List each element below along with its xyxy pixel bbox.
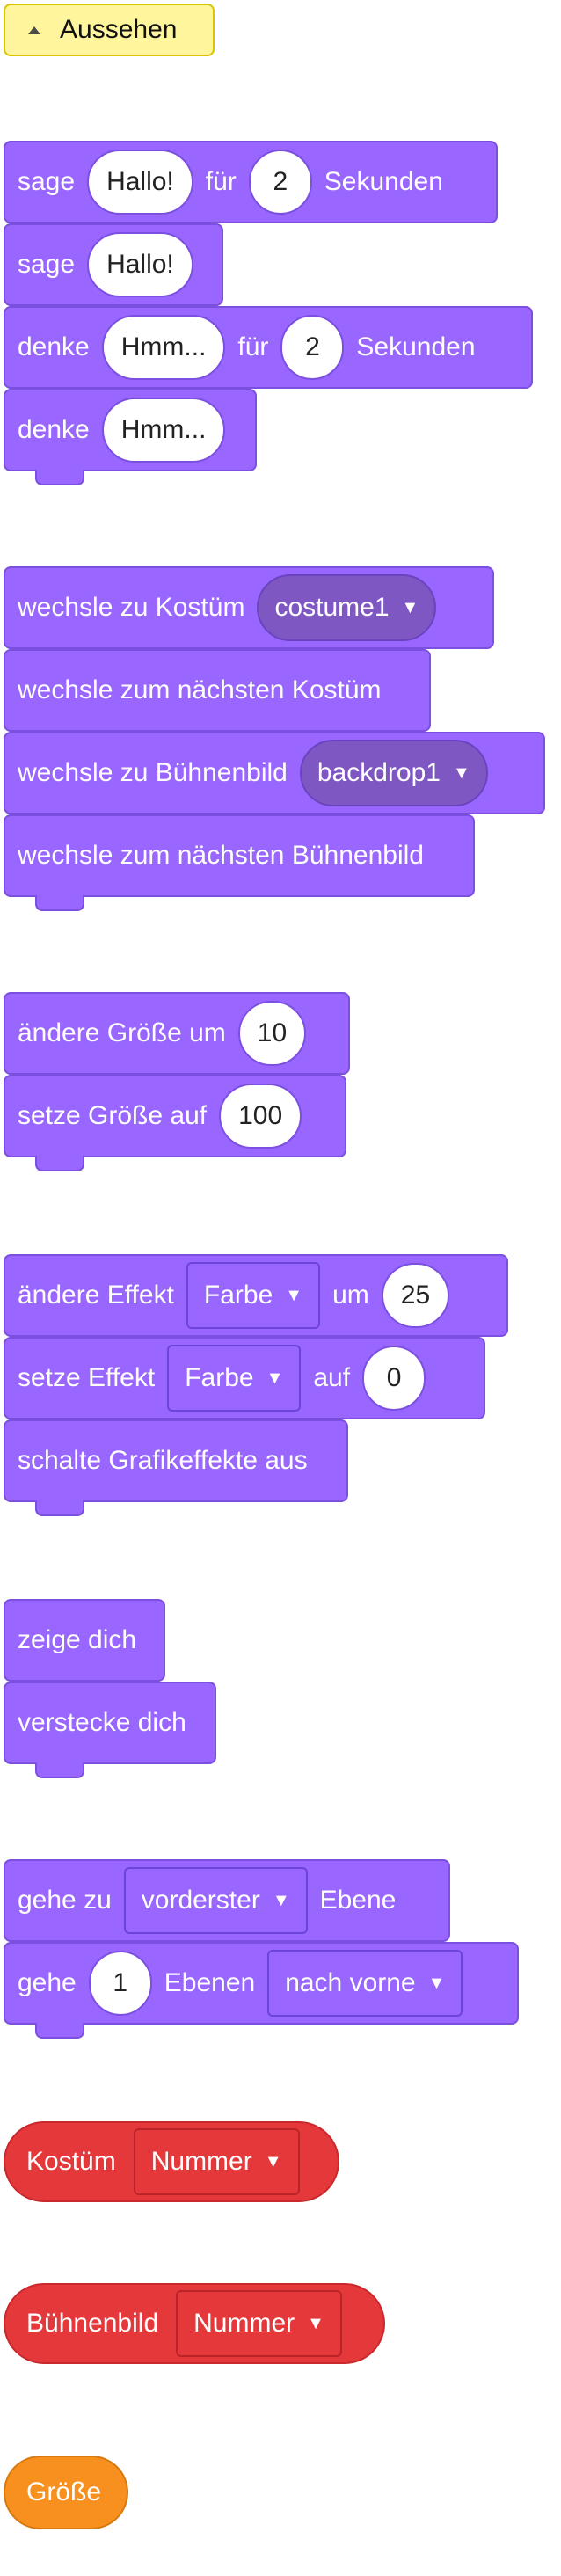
go-to-layer-block[interactable]: gehe zu vorderster ▼ Ebene (4, 1859, 450, 1942)
block-text: setze Effekt (18, 1363, 156, 1392)
effect-dropdown[interactable]: Farbe ▼ (167, 1345, 302, 1412)
dropdown-value: Farbe (203, 1281, 273, 1310)
block-word: für (237, 332, 269, 361)
set-effect-block[interactable]: setze Effekt Farbe ▼ auf 0 (4, 1337, 485, 1419)
block-word: denke (18, 415, 90, 444)
switch-backdrop-block[interactable]: wechsle zu Bühnenbild backdrop1 ▼ (4, 732, 545, 814)
block-notch (35, 895, 84, 911)
block-text: wechsle zu Bühnenbild (18, 758, 288, 787)
dropdown-value: vorderster (141, 1886, 260, 1915)
dropdown-arrow-icon: ▼ (452, 763, 470, 783)
dropdown-value: backdrop1 (317, 758, 441, 787)
layer-direction-dropdown[interactable]: nach vorne ▼ (267, 1950, 463, 2017)
block-text: setze Größe auf (18, 1101, 208, 1130)
switch-costume-block[interactable]: wechsle zu Kostüm costume1 ▼ (4, 566, 494, 649)
block-word: sage (18, 167, 76, 196)
message-input[interactable]: Hallo! (87, 150, 193, 215)
block-text: zeige dich (18, 1625, 137, 1654)
message-input[interactable]: Hallo! (87, 232, 193, 297)
block-word: auf (313, 1363, 351, 1392)
layers-count-input[interactable]: 1 (88, 1951, 152, 2016)
backdrop-property-dropdown[interactable]: Nummer ▼ (176, 2290, 342, 2357)
dropdown-arrow-icon: ▼ (272, 1890, 290, 1910)
block-word: Sekunden (356, 332, 476, 361)
block-word: denke (18, 332, 90, 361)
block-notch (35, 1156, 84, 1171)
block-text: wechsle zum nächsten Kostüm (18, 675, 382, 704)
reporter-text: Größe (26, 2477, 102, 2507)
costume-property-dropdown[interactable]: Nummer ▼ (133, 2128, 300, 2195)
effect-value-input[interactable]: 0 (362, 1346, 426, 1411)
block-notch (35, 1762, 84, 1778)
block-text: schalte Grafikeffekte aus (18, 1446, 308, 1475)
block-text: ändere Effekt (18, 1281, 174, 1310)
dropdown-value: Nummer (193, 2309, 295, 2338)
backdrop-dropdown[interactable]: backdrop1 ▼ (299, 740, 488, 806)
block-word: gehe zu (18, 1886, 112, 1915)
block-text: wechsle zum nächsten Bühnenbild (18, 841, 424, 870)
dropdown-arrow-icon: ▼ (264, 2151, 282, 2171)
dropdown-value: Nummer (150, 2147, 252, 2176)
dropdown-arrow-icon: ▼ (427, 1973, 446, 1993)
dropdown-arrow-icon: ▼ (266, 1368, 284, 1388)
costume-dropdown[interactable]: costume1 ▼ (257, 574, 437, 641)
collapse-caret-icon[interactable] (28, 26, 40, 34)
size-input[interactable]: 100 (219, 1084, 302, 1149)
size-change-input[interactable]: 10 (237, 1001, 307, 1066)
say-block[interactable]: sage Hallo! (4, 223, 223, 306)
hide-block[interactable]: verstecke dich (4, 1682, 216, 1778)
think-for-secs-block[interactable]: denke Hmm... für 2 Sekunden (4, 306, 533, 389)
block-text: ändere Größe um (18, 1018, 226, 1047)
block-word: Ebene (319, 1886, 397, 1915)
block-notch (35, 1500, 84, 1516)
go-layers-block[interactable]: gehe 1 Ebenen nach vorne ▼ (4, 1942, 519, 2039)
block-text: wechsle zu Kostüm (18, 593, 245, 622)
effect-change-input[interactable]: 25 (381, 1263, 450, 1328)
block-word: Sekunden (324, 167, 443, 196)
message-input[interactable]: Hmm... (101, 398, 226, 463)
set-size-block[interactable]: setze Größe auf 100 (4, 1075, 346, 1171)
next-backdrop-block[interactable]: wechsle zum nächsten Bühnenbild (4, 814, 475, 911)
say-for-secs-block[interactable]: sage Hallo! für 2 Sekunden (4, 141, 498, 223)
category-label: Aussehen (60, 15, 178, 44)
block-word: um (332, 1281, 369, 1310)
dropdown-value: nach vorne (285, 1968, 416, 1997)
reporter-text: Kostüm (26, 2147, 116, 2176)
think-block[interactable]: denke Hmm... (4, 389, 257, 485)
block-word: für (205, 167, 237, 196)
block-word: Ebenen (164, 1968, 256, 1997)
category-header-looks[interactable]: Aussehen (4, 4, 215, 56)
block-word: gehe (18, 1968, 76, 1997)
dropdown-arrow-icon: ▼ (307, 2313, 324, 2333)
block-word: sage (18, 250, 76, 279)
dropdown-arrow-icon: ▼ (285, 1285, 303, 1305)
dropdown-value: costume1 (274, 593, 390, 622)
dropdown-arrow-icon: ▼ (401, 597, 419, 617)
layer-dropdown[interactable]: vorderster ▼ (123, 1867, 308, 1934)
seconds-input[interactable]: 2 (280, 315, 345, 380)
costume-number-reporter[interactable]: Kostüm Nummer ▼ (4, 2121, 339, 2202)
message-input[interactable]: Hmm... (101, 315, 226, 380)
block-notch (35, 2023, 84, 2039)
size-reporter[interactable]: Größe (4, 2456, 128, 2529)
clear-effects-block[interactable]: schalte Grafikeffekte aus (4, 1419, 348, 1516)
seconds-input[interactable]: 2 (248, 150, 312, 215)
dropdown-value: Farbe (185, 1363, 254, 1392)
block-notch (35, 470, 84, 485)
show-block[interactable]: zeige dich (4, 1599, 165, 1682)
change-size-block[interactable]: ändere Größe um 10 (4, 992, 350, 1075)
next-costume-block[interactable]: wechsle zum nächsten Kostüm (4, 649, 431, 732)
effect-dropdown[interactable]: Farbe ▼ (186, 1262, 321, 1329)
backdrop-number-reporter[interactable]: Bühnenbild Nummer ▼ (4, 2283, 385, 2364)
change-effect-block[interactable]: ändere Effekt Farbe ▼ um 25 (4, 1254, 508, 1337)
block-text: verstecke dich (18, 1708, 186, 1737)
reporter-text: Bühnenbild (26, 2309, 159, 2338)
